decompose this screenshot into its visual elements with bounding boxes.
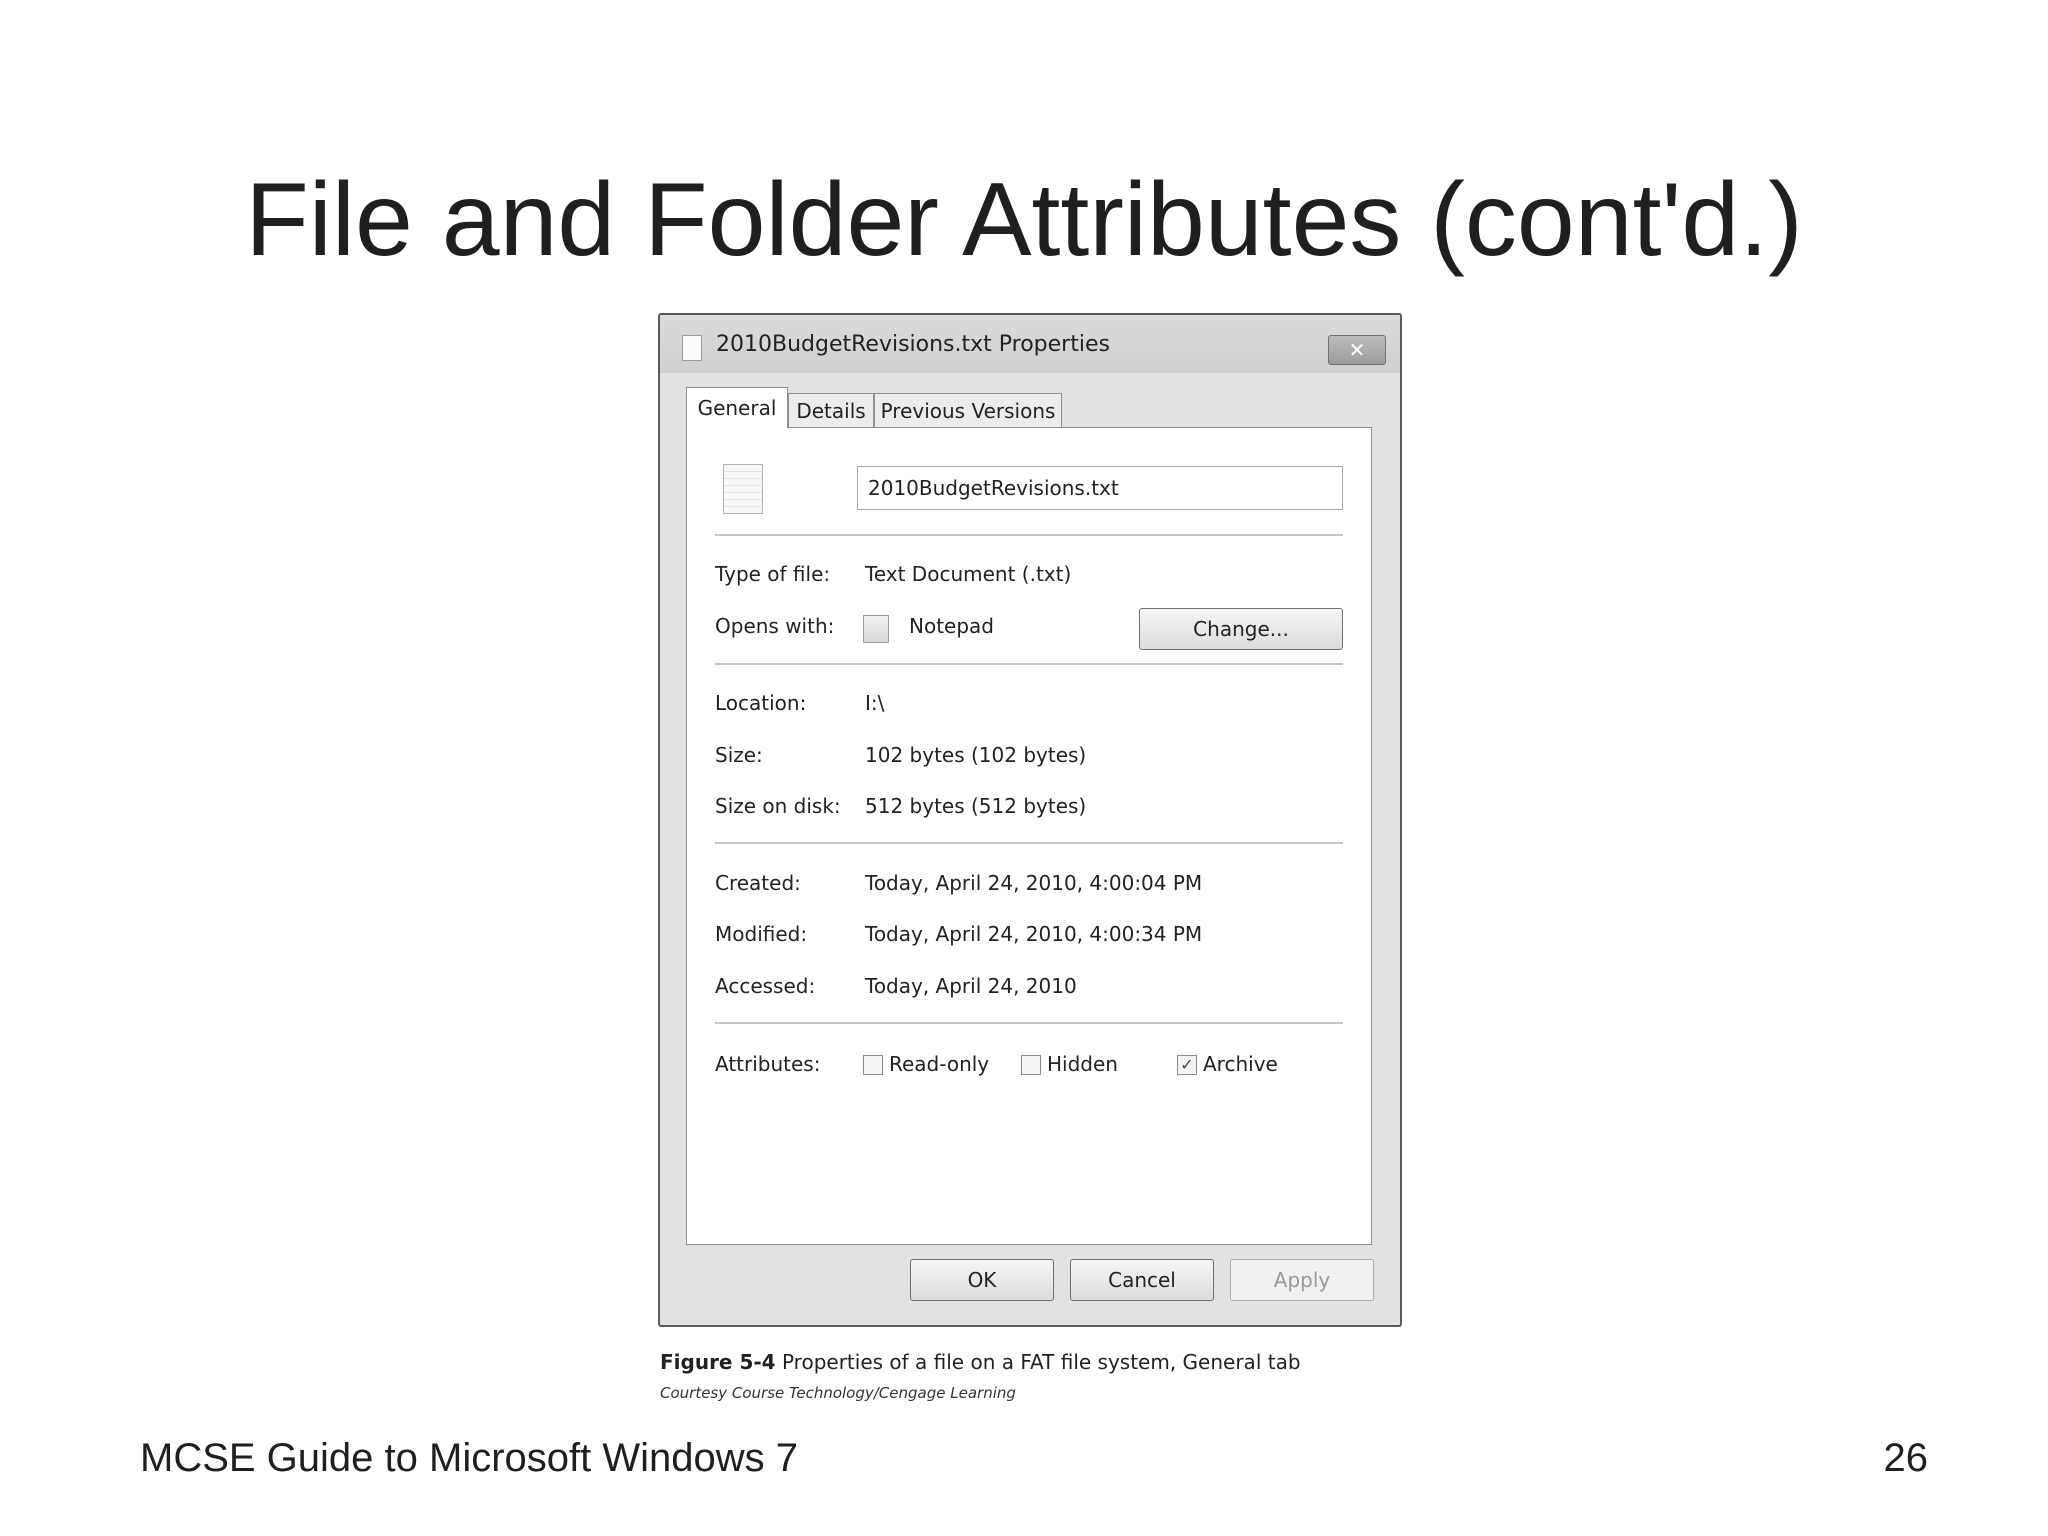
ok-button[interactable]: OK [910,1259,1054,1301]
divider [715,1022,1343,1024]
size-label: Size: [715,743,763,767]
figure-number: Figure 5-4 [660,1350,776,1374]
divider [715,534,1343,536]
change-button[interactable]: Change... [1139,608,1343,650]
modified-value: Today, April 24, 2010, 4:00:34 PM [865,922,1203,946]
footer-course-title: MCSE Guide to Microsoft Windows 7 [140,1436,798,1480]
figure-caption-text: Properties of a file on a FAT file syste… [781,1350,1301,1374]
tab-label: Previous Versions [880,399,1056,423]
dialog-titlebar[interactable]: 2010BudgetRevisions.txt Properties ✕ [660,315,1400,373]
accessed-value: Today, April 24, 2010 [865,974,1077,998]
slide-title: File and Folder Attributes (cont'd.) [245,162,1803,278]
notepad-icon [863,615,889,643]
hidden-label[interactable]: Hidden [1047,1052,1118,1076]
archive-label[interactable]: Archive [1203,1052,1278,1076]
general-tab-panel: 2010BudgetRevisions.txt Type of file: Te… [686,427,1372,1245]
created-value: Today, April 24, 2010, 4:00:04 PM [865,871,1203,895]
figure-credit: Courtesy Course Technology/Cengage Learn… [660,1384,1016,1402]
properties-dialog: 2010BudgetRevisions.txt Properties ✕ Gen… [658,313,1402,1327]
accessed-label: Accessed: [715,974,816,998]
read-only-checkbox[interactable] [863,1055,883,1075]
attributes-label: Attributes: [715,1052,821,1076]
size-value: 102 bytes (102 bytes) [865,743,1087,767]
divider [715,842,1343,844]
cancel-button[interactable]: Cancel [1070,1259,1214,1301]
tab-details[interactable]: Details [788,393,874,427]
file-name-field[interactable]: 2010BudgetRevisions.txt [857,466,1343,510]
archive-checkbox[interactable]: ✓ [1177,1055,1197,1075]
tab-label: Details [796,399,866,423]
text-file-icon [723,464,763,514]
opens-with-value: Notepad [909,614,994,638]
modified-label: Modified: [715,922,808,946]
created-label: Created: [715,871,801,895]
type-of-file-label: Type of file: [715,562,831,586]
hidden-checkbox[interactable] [1021,1055,1041,1075]
divider [715,663,1343,665]
document-icon [682,335,702,361]
close-icon: ✕ [1348,338,1366,362]
checkmark-icon: ✓ [1180,1055,1194,1074]
size-on-disk-label: Size on disk: [715,794,841,818]
tab-general[interactable]: General [686,387,788,428]
type-of-file-value: Text Document (.txt) [865,562,1072,586]
close-button[interactable]: ✕ [1328,335,1386,365]
size-on-disk-value: 512 bytes (512 bytes) [865,794,1087,818]
location-value: I:\ [865,691,885,715]
opens-with-label: Opens with: [715,614,835,638]
read-only-label[interactable]: Read-only [889,1052,989,1076]
tab-label: General [697,396,777,420]
page-number: 26 [1883,1436,1929,1480]
tab-previous-versions[interactable]: Previous Versions [874,393,1062,427]
figure-caption: Figure 5-4 Properties of a file on a FAT… [660,1350,1301,1374]
apply-button[interactable]: Apply [1230,1259,1374,1301]
dialog-title: 2010BudgetRevisions.txt Properties [716,332,1110,357]
location-label: Location: [715,691,807,715]
